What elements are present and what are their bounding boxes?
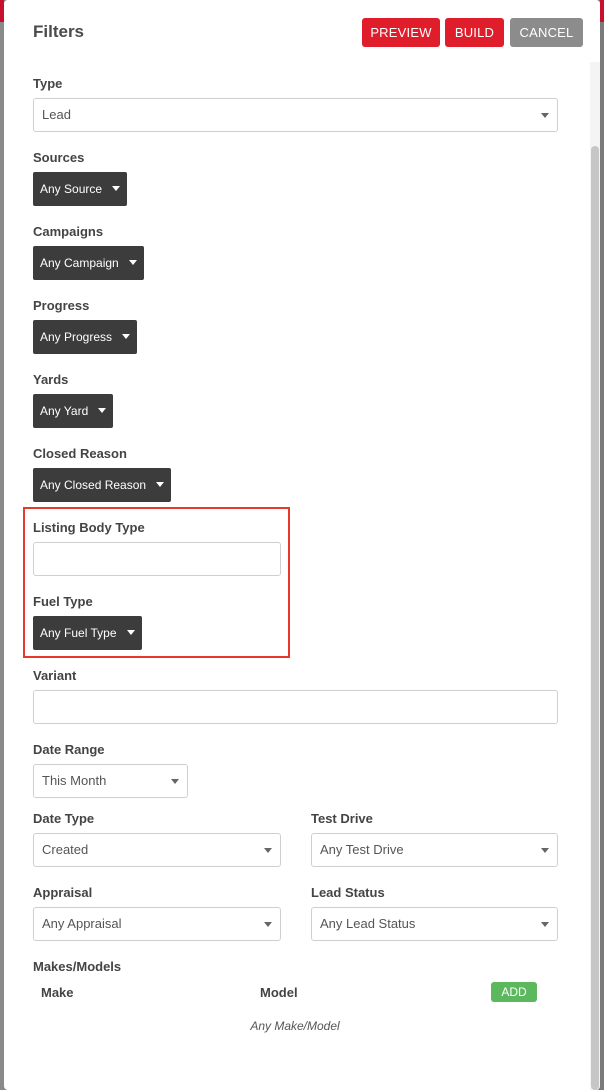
chevron-down-icon — [541, 848, 549, 853]
yards-label: Yards — [33, 372, 69, 387]
appraisal-select-value: Any Appraisal — [42, 916, 122, 931]
date-range-select[interactable]: This Month — [33, 764, 188, 798]
type-select[interactable]: Lead — [33, 98, 558, 132]
chevron-down-icon — [541, 113, 549, 118]
sources-label: Sources — [33, 150, 85, 165]
make-column-header: Make — [41, 985, 74, 1000]
appraisal-label: Appraisal — [33, 885, 93, 900]
caret-down-icon — [122, 334, 131, 340]
sources-dropdown[interactable]: Any Source — [33, 172, 128, 206]
lead-status-select-value: Any Lead Status — [320, 916, 416, 931]
test-drive-label: Test Drive — [311, 811, 373, 826]
campaigns-dropdown[interactable]: Any Campaign — [33, 246, 144, 280]
model-column-header: Model — [260, 985, 298, 1000]
makes-models-label: Makes/Models — [33, 959, 122, 974]
sources-dropdown-value: Any Source — [40, 182, 103, 196]
closed-reason-dropdown[interactable]: Any Closed Reason — [33, 468, 172, 502]
campaigns-dropdown-value: Any Campaign — [40, 256, 119, 270]
build-button[interactable]: BUILD — [445, 18, 504, 47]
date-range-select-value: This Month — [42, 773, 107, 788]
listing-body-type-input[interactable] — [33, 542, 281, 576]
fuel-type-dropdown-value: Any Fuel Type — [40, 626, 117, 640]
chevron-down-icon — [171, 779, 179, 784]
caret-down-icon — [126, 630, 135, 636]
filters-modal: Filters PREVIEW BUILD CANCEL Type Lead S… — [4, 0, 600, 1090]
yards-dropdown-value: Any Yard — [40, 404, 89, 418]
fuel-type-dropdown[interactable]: Any Fuel Type — [33, 616, 142, 650]
progress-dropdown-value: Any Progress — [40, 330, 113, 344]
chevron-down-icon — [541, 922, 549, 927]
variant-input[interactable] — [33, 690, 558, 724]
date-type-select-value: Created — [42, 842, 89, 857]
caret-down-icon — [98, 408, 107, 414]
scrollbar-thumb[interactable] — [591, 146, 599, 1090]
progress-label: Progress — [33, 298, 90, 313]
empty-make-model-text: Any Make/Model — [250, 1019, 340, 1033]
fuel-type-label: Fuel Type — [33, 594, 93, 609]
type-select-value: Lead — [42, 107, 71, 122]
cancel-button[interactable]: CANCEL — [510, 18, 583, 47]
variant-label: Variant — [33, 668, 77, 683]
type-label: Type — [33, 76, 63, 91]
date-type-select[interactable]: Created — [33, 833, 281, 867]
progress-dropdown[interactable]: Any Progress — [33, 320, 138, 354]
date-range-label: Date Range — [33, 742, 105, 757]
chevron-down-icon — [264, 848, 272, 853]
add-make-model-button[interactable]: ADD — [491, 982, 537, 1002]
caret-down-icon — [112, 186, 121, 192]
chevron-down-icon — [264, 922, 272, 927]
appraisal-select[interactable]: Any Appraisal — [33, 907, 281, 941]
closed-reason-label: Closed Reason — [33, 446, 127, 461]
caret-down-icon — [156, 482, 165, 488]
listing-body-type-label: Listing Body Type — [33, 520, 145, 535]
test-drive-select[interactable]: Any Test Drive — [311, 833, 558, 867]
lead-status-select[interactable]: Any Lead Status — [311, 907, 558, 941]
preview-button[interactable]: PREVIEW — [362, 18, 440, 47]
modal-title: Filters — [33, 22, 85, 41]
lead-status-label: Lead Status — [311, 885, 385, 900]
test-drive-select-value: Any Test Drive — [320, 842, 404, 857]
yards-dropdown[interactable]: Any Yard — [33, 394, 114, 428]
caret-down-icon — [128, 260, 137, 266]
modal-header: Filters PREVIEW BUILD CANCEL — [4, 0, 600, 62]
closed-reason-dropdown-value: Any Closed Reason — [40, 478, 147, 492]
campaigns-label: Campaigns — [33, 224, 104, 239]
backdrop-accent-right — [600, 0, 604, 22]
date-type-label: Date Type — [33, 811, 95, 826]
